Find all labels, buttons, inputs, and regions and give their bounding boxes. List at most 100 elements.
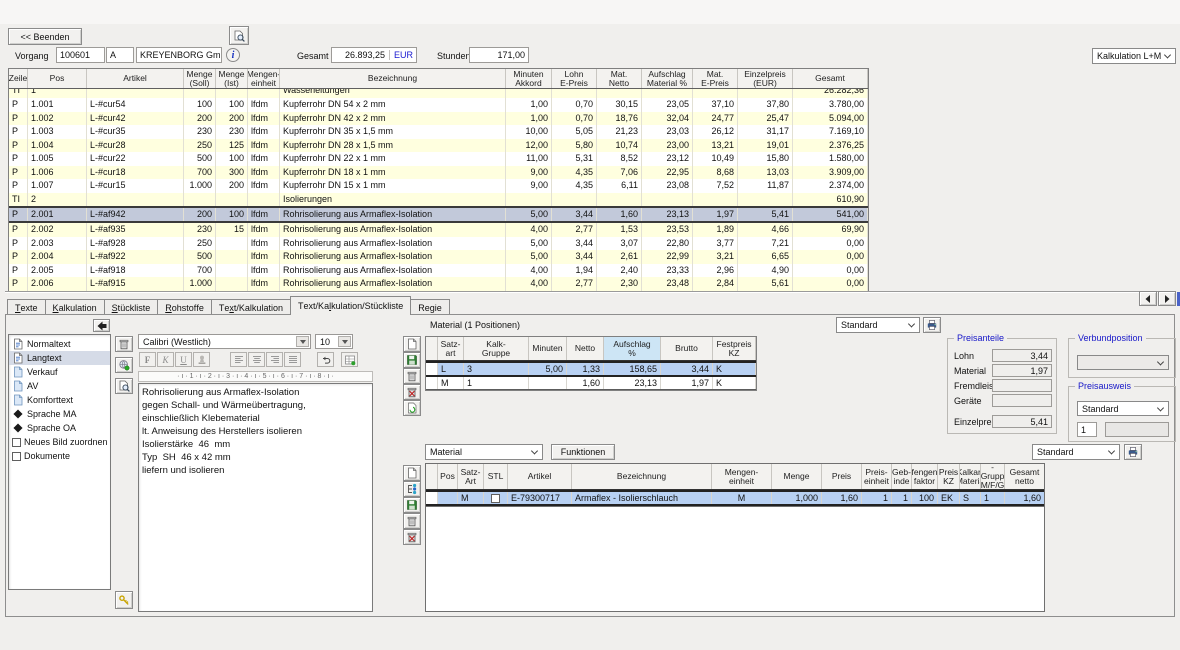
delete-button[interactable] [403, 368, 421, 384]
info-icon[interactable]: i [226, 48, 240, 62]
column-header[interactable]: Preis [822, 464, 862, 489]
funktionen-button[interactable]: Funktionen [551, 444, 615, 460]
material-preset-select[interactable]: Standard [836, 317, 920, 333]
align-right-button[interactable] [266, 352, 283, 367]
underline-button[interactable]: U [175, 352, 192, 367]
tab-text-kalkulation-stückliste[interactable]: Text / Kalkulation / Stückliste [290, 296, 411, 315]
column-header[interactable]: Bezeichnung [280, 69, 506, 88]
column-header[interactable]: Bezeichnung [572, 464, 712, 489]
column-header[interactable]: Geb- inde [892, 464, 912, 489]
save-button[interactable] [403, 352, 421, 368]
table-row[interactable]: TI1Wasserleitungen26.282,36 [9, 89, 868, 98]
bold-button[interactable]: F [139, 352, 156, 367]
new-button[interactable] [403, 465, 421, 481]
back-button[interactable] [93, 319, 110, 332]
tab-kalkulation[interactable]: Kalkulation [45, 299, 105, 315]
nav-next-button[interactable] [1158, 291, 1176, 306]
column-header[interactable]: Mengen- einheit [712, 464, 772, 489]
column-header[interactable]: Minuten Akkord [506, 69, 552, 88]
column-header[interactable] [426, 464, 438, 489]
table-row[interactable]: P1.007L-#cur151.000200lfdmKupferrohr DN … [9, 179, 868, 193]
view-mode-select[interactable]: Kalkulation L+M [1092, 48, 1176, 64]
column-header[interactable]: Festpreis KZ [713, 337, 756, 360]
list-item-verkauf[interactable]: Verkauf [9, 365, 110, 379]
vorgang-number-field[interactable]: 100601 [56, 47, 105, 63]
table-row[interactable]: P2.003L-#af928250lfdmRohrisolierung aus … [9, 237, 868, 251]
list-item-normaltext[interactable]: Normaltext [9, 337, 110, 351]
tab-rohstoffe[interactable]: Rohstoffe [157, 299, 212, 315]
stunden-field[interactable]: 171,00 [469, 47, 529, 63]
table-row[interactable]: P2.002L-#af93523015lfdmRohrisolierung au… [9, 223, 868, 237]
print-preview-button[interactable] [229, 26, 249, 45]
column-header[interactable]: fengen faktor [912, 464, 938, 489]
font-family-combo[interactable]: Calibri (Westlich) [138, 334, 311, 349]
column-header[interactable]: Einzelpreis (EUR) [738, 69, 793, 88]
format-paint-button[interactable] [193, 352, 210, 367]
detail-preset-select[interactable]: Standard [1032, 444, 1120, 460]
table-row[interactable]: P2.001L-#af942200100lfdmRohrisolierung a… [9, 206, 868, 223]
column-header[interactable]: Satz- Art [458, 464, 484, 489]
delete-button[interactable] [115, 336, 133, 352]
column-header[interactable]: Pos [28, 69, 87, 88]
list-item-langtext[interactable]: Langtext [9, 351, 110, 365]
preisausweis-select[interactable]: Standard [1077, 401, 1169, 416]
list-item-sprache-oa[interactable]: Sprache OA [9, 421, 110, 435]
table-row[interactable]: P1.003L-#cur35230230lfdmKupferrohr DN 35… [9, 125, 868, 139]
column-header[interactable]: Kalkart Materia [960, 464, 981, 489]
split-button[interactable] [403, 481, 421, 497]
column-header[interactable]: Artikel [508, 464, 572, 489]
list-item-neues-bild-zuordnen[interactable]: Neues Bild zuordnen [9, 435, 110, 449]
list-item-komforttext[interactable]: Komforttext [9, 393, 110, 407]
table-row[interactable]: P1.001L-#cur54100100lfdmKupferrohr DN 54… [9, 98, 868, 112]
italic-button[interactable]: K [157, 352, 174, 367]
delete-all-button[interactable] [403, 529, 421, 545]
verbundposition-select[interactable] [1077, 355, 1169, 370]
tab-stückliste[interactable]: Stückliste [104, 299, 159, 315]
column-header[interactable]: Artikel [87, 69, 184, 88]
table-row[interactable]: P1.006L-#cur18700300lfdmKupferrohr DN 18… [9, 166, 868, 180]
beenden-button[interactable]: << Beenden [8, 28, 82, 45]
column-header[interactable]: Lohn E-Preis [552, 69, 597, 88]
column-header[interactable]: Zeile [9, 69, 28, 88]
column-header[interactable]: Menge (Ist) [216, 69, 248, 88]
checkbox-icon[interactable] [12, 452, 21, 461]
tab-texte[interactable]: Texte [7, 299, 46, 315]
column-header[interactable]: Brutto [661, 337, 713, 360]
align-justify-button[interactable] [284, 352, 301, 367]
column-header[interactable]: Preis KZ [938, 464, 960, 489]
list-item-dokumente[interactable]: Dokumente [9, 449, 110, 463]
web-lookup-button[interactable] [115, 357, 133, 373]
column-header[interactable]: -Grupp M/F/G [981, 464, 1005, 489]
table-row[interactable]: P2.006L-#af9151.000lfdmRohrisolierung au… [9, 277, 868, 291]
table-row[interactable]: L35,001,33158,653,44K [426, 361, 756, 377]
delete-all-button[interactable] [403, 384, 421, 400]
column-header[interactable]: Aufschlag % [604, 337, 661, 360]
column-header[interactable]: Kalk- Gruppe [464, 337, 529, 360]
column-header[interactable]: Satz- art [438, 337, 464, 360]
column-header[interactable]: Mengen- einheit [248, 69, 280, 88]
detail-category-select[interactable]: Material [425, 444, 543, 460]
permissions-button[interactable] [115, 591, 133, 609]
table-row[interactable]: P1.002L-#cur42200200lfdmKupferrohr DN 42… [9, 112, 868, 126]
column-header[interactable]: Minuten [529, 337, 567, 360]
font-size-combo[interactable]: 10 [315, 334, 353, 349]
column-header[interactable]: Mat. E-Preis [693, 69, 738, 88]
new-button[interactable] [403, 336, 421, 352]
preview-button[interactable] [115, 378, 133, 394]
delete-button[interactable] [403, 513, 421, 529]
table-row[interactable]: ME-79300717Armaflex - IsolierschlauchM1,… [426, 490, 1045, 506]
list-item-sprache-ma[interactable]: Sprache MA [9, 407, 110, 421]
tab-text-kalkulation[interactable]: Text / Kalkulation [211, 299, 291, 315]
checkbox-icon[interactable] [12, 438, 21, 447]
stl-checkbox[interactable] [491, 494, 500, 503]
undo-button[interactable] [317, 352, 334, 367]
list-item-av[interactable]: AV [9, 379, 110, 393]
column-header[interactable]: Pos [438, 464, 458, 489]
column-header[interactable]: Preis- einheit [862, 464, 892, 489]
column-header[interactable]: Gesamt [793, 69, 868, 88]
vorgang-code-field[interactable]: A [106, 47, 134, 63]
save-button[interactable] [403, 497, 421, 513]
align-center-button[interactable] [248, 352, 265, 367]
column-header[interactable]: Mat. Netto [597, 69, 642, 88]
table-row[interactable]: P1.004L-#cur28250125lfdmKupferrohr DN 28… [9, 139, 868, 153]
